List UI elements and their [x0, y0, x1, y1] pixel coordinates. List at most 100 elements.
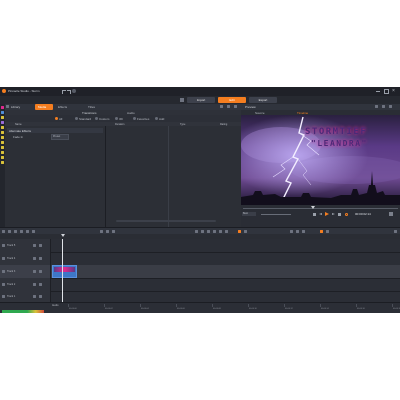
fit-icon[interactable] [302, 230, 305, 233]
zoom-in-icon[interactable] [290, 230, 293, 233]
library-collapse-icon[interactable] [6, 105, 9, 108]
audio-mixer-icon[interactable] [213, 230, 216, 233]
home-icon[interactable] [180, 98, 184, 102]
voiceover-icon[interactable] [219, 230, 222, 233]
playhead-line[interactable] [62, 239, 63, 302]
transition-icon[interactable] [225, 230, 228, 233]
timeline-settings-icon[interactable] [2, 230, 5, 233]
effects-tool-icon[interactable] [1, 111, 4, 114]
step-forward-icon[interactable] [332, 213, 335, 215]
timeline-menu-icon[interactable] [394, 230, 397, 233]
track-mute-icon[interactable] [39, 244, 42, 247]
titles-tool-icon[interactable] [1, 116, 4, 119]
track-header[interactable]: Track 1 [0, 291, 51, 302]
library-pin-icon[interactable] [220, 105, 223, 108]
track-visibility-icon[interactable] [2, 257, 5, 260]
insert-icon[interactable] [201, 230, 204, 233]
redo-icon[interactable] [67, 90, 71, 94]
split-icon[interactable] [14, 230, 17, 233]
tab-edit[interactable]: Edit [218, 97, 246, 103]
marker-icon[interactable] [100, 230, 103, 233]
video-preview[interactable]: STORMTIEF "LEANDRA" [241, 115, 400, 205]
jog-slider[interactable] [261, 214, 291, 215]
minimize-icon[interactable] [376, 91, 380, 92]
track-visibility-icon[interactable] [2, 244, 5, 247]
track-visibility-icon[interactable] [2, 283, 5, 286]
transition-tool-icon[interactable] [1, 126, 4, 129]
filter-3d-radio[interactable] [115, 117, 118, 120]
preview-settings-icon[interactable] [375, 105, 378, 108]
maximize-icon[interactable] [384, 89, 389, 94]
disc-tool-icon[interactable] [1, 156, 4, 159]
library-item-fade-in[interactable]: Fade In Preset [7, 134, 103, 140]
razor-icon[interactable] [20, 230, 23, 233]
library-scrollbar[interactable] [116, 220, 216, 222]
track-audio-icon[interactable] [33, 295, 36, 298]
filter-tool-icon[interactable] [1, 146, 4, 149]
track-header[interactable]: Track 4 [0, 252, 51, 265]
lock-icon[interactable] [326, 230, 329, 233]
track-header[interactable]: Track 2 [0, 278, 51, 291]
library-settings-icon[interactable] [227, 105, 230, 108]
montage-tool-icon[interactable] [1, 151, 4, 154]
video-clip[interactable] [52, 265, 77, 278]
track-audio-icon[interactable] [33, 257, 36, 260]
track-toggle-icon[interactable] [112, 230, 115, 233]
track-mute-icon[interactable] [39, 295, 42, 298]
preview-fullscreen-icon[interactable] [382, 105, 385, 108]
go-end-icon[interactable] [338, 213, 341, 216]
track-header[interactable]: Track 3 [0, 265, 51, 278]
filter-add-radio[interactable] [155, 117, 158, 120]
render-icon[interactable] [320, 230, 323, 233]
trash-icon[interactable] [32, 230, 35, 233]
track-header[interactable]: Track 5 [0, 239, 51, 252]
motion-tool-icon[interactable] [1, 141, 4, 144]
timecode-display[interactable]: 00:00:02:14 [355, 212, 371, 216]
track-audio-icon[interactable] [33, 244, 36, 247]
audio-tool-icon[interactable] [1, 121, 4, 124]
keyframe-icon[interactable] [244, 230, 247, 233]
library-expand-icon[interactable] [234, 105, 237, 108]
tab-import-label: Import [196, 98, 206, 102]
track-mute-icon[interactable] [39, 283, 42, 286]
color-tool-icon[interactable] [1, 136, 4, 139]
track-audio-icon[interactable] [33, 270, 36, 273]
go-start-icon[interactable] [313, 213, 316, 216]
track-mute-icon[interactable] [39, 270, 42, 273]
loop-icon[interactable] [345, 213, 348, 216]
filter-standard-radio[interactable] [75, 117, 78, 120]
volume-icon[interactable] [389, 212, 393, 216]
library-item-alternate-effects[interactable]: Alternate Effects [7, 128, 103, 133]
scrubber-track[interactable] [243, 208, 398, 209]
playhead-marker[interactable] [61, 234, 65, 237]
track-mute-icon[interactable] [39, 257, 42, 260]
effects-timeline-icon[interactable] [238, 230, 241, 233]
help-icon[interactable] [72, 89, 76, 93]
ruler-tick [320, 304, 321, 307]
track-audio-icon[interactable] [33, 283, 36, 286]
quality-dropdown[interactable]: Best [242, 212, 256, 216]
overwrite-icon[interactable] [207, 230, 210, 233]
zoom-out-icon[interactable] [296, 230, 299, 233]
tab-import[interactable]: Import [187, 97, 215, 103]
close-icon[interactable]: × [392, 88, 397, 94]
undo-icon[interactable] [62, 90, 66, 94]
media-tool-icon[interactable] [1, 106, 4, 109]
storyboard-icon[interactable] [8, 230, 11, 233]
tab-export[interactable]: Export [249, 97, 277, 103]
ripple-icon[interactable] [195, 230, 198, 233]
text-tool-icon[interactable] [1, 131, 4, 134]
filter-all-radio[interactable] [55, 117, 58, 120]
step-back-icon[interactable] [319, 213, 322, 215]
snap-icon[interactable] [26, 230, 29, 233]
filter-favorites-radio[interactable] [133, 117, 136, 120]
play-icon[interactable] [325, 212, 329, 216]
sound-tool-icon[interactable] [1, 161, 4, 164]
scrubber-handle[interactable] [311, 206, 315, 209]
track-visibility-icon[interactable] [2, 270, 5, 273]
edit-mode-icon[interactable] [106, 230, 109, 233]
filter-custom-radio[interactable] [95, 117, 98, 120]
track-visibility-icon[interactable] [2, 295, 5, 298]
preset-dropdown[interactable]: Preset [51, 134, 69, 140]
preview-detach-icon[interactable] [389, 105, 392, 108]
